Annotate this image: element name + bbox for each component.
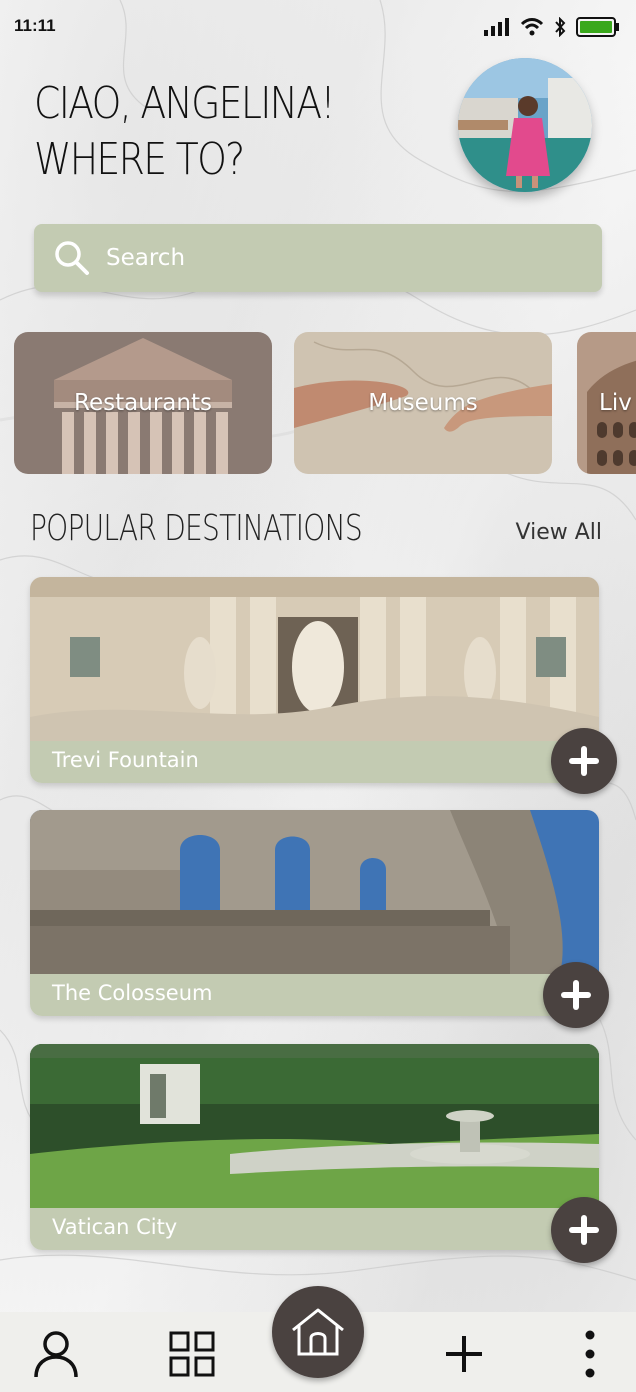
search-bar[interactable]	[34, 224, 602, 292]
greeting-heading: CIAO, ANGELINA! WHERE TO?	[34, 76, 378, 188]
status-time: 11:11	[14, 16, 56, 35]
avatar-photo	[458, 58, 592, 192]
profile-avatar[interactable]	[458, 58, 592, 192]
plus-icon	[569, 746, 599, 776]
search-icon	[55, 241, 89, 275]
nav-home-button[interactable]	[272, 1286, 364, 1378]
nav-grid[interactable]	[166, 1328, 218, 1380]
grid-icon	[169, 1331, 215, 1377]
greeting-line-1: CIAO, ANGELINA!	[34, 78, 336, 129]
add-vatican-button[interactable]	[551, 1197, 617, 1263]
greeting-line-2: WHERE TO?	[34, 134, 245, 185]
destination-caption-bar: Vatican City	[30, 1208, 599, 1250]
view-all-link[interactable]: View All	[516, 520, 602, 545]
status-bar: 11:11	[0, 0, 636, 56]
more-icon	[585, 1330, 595, 1378]
profile-icon	[34, 1331, 78, 1378]
add-colosseum-button[interactable]	[543, 962, 609, 1028]
destination-title: Trevi Fountain	[52, 748, 199, 772]
wifi-icon	[520, 18, 544, 36]
status-icons	[484, 16, 620, 38]
trevi-fountain-image	[30, 577, 599, 741]
plus-icon	[569, 1215, 599, 1245]
category-restaurants[interactable]: Restaurants	[14, 332, 272, 474]
category-label: Museums	[368, 390, 478, 416]
destination-caption-bar: Trevi Fountain	[30, 741, 599, 783]
nav-more[interactable]	[566, 1328, 614, 1380]
destination-caption-bar: The Colosseum	[30, 974, 599, 1016]
battery-icon	[576, 17, 619, 37]
category-carousel[interactable]: Restaurants Museums Liv	[0, 332, 636, 476]
category-label: Liv	[599, 390, 632, 416]
add-trevi-button[interactable]	[551, 728, 617, 794]
signal-icon	[484, 18, 509, 36]
category-live[interactable]: Liv	[577, 332, 636, 474]
destination-card-vatican[interactable]: Vatican City	[30, 1044, 599, 1250]
home-icon	[292, 1308, 344, 1356]
bluetooth-icon	[555, 17, 566, 37]
vatican-city-image	[30, 1044, 599, 1208]
search-input[interactable]	[106, 245, 506, 271]
category-museums[interactable]: Museums	[294, 332, 552, 474]
popular-destinations-heading: POPULAR DESTINATIONS	[30, 508, 363, 549]
nav-add[interactable]	[438, 1328, 490, 1380]
destination-title: Vatican City	[52, 1215, 178, 1239]
destination-title: The Colosseum	[52, 981, 213, 1005]
plus-icon	[561, 980, 591, 1010]
nav-profile[interactable]	[30, 1328, 82, 1380]
destination-card-colosseum[interactable]: The Colosseum	[30, 810, 599, 1016]
colosseum-image	[30, 810, 599, 974]
plus-icon	[446, 1336, 482, 1372]
destination-card-trevi[interactable]: Trevi Fountain	[30, 577, 599, 783]
category-label: Restaurants	[74, 390, 212, 416]
